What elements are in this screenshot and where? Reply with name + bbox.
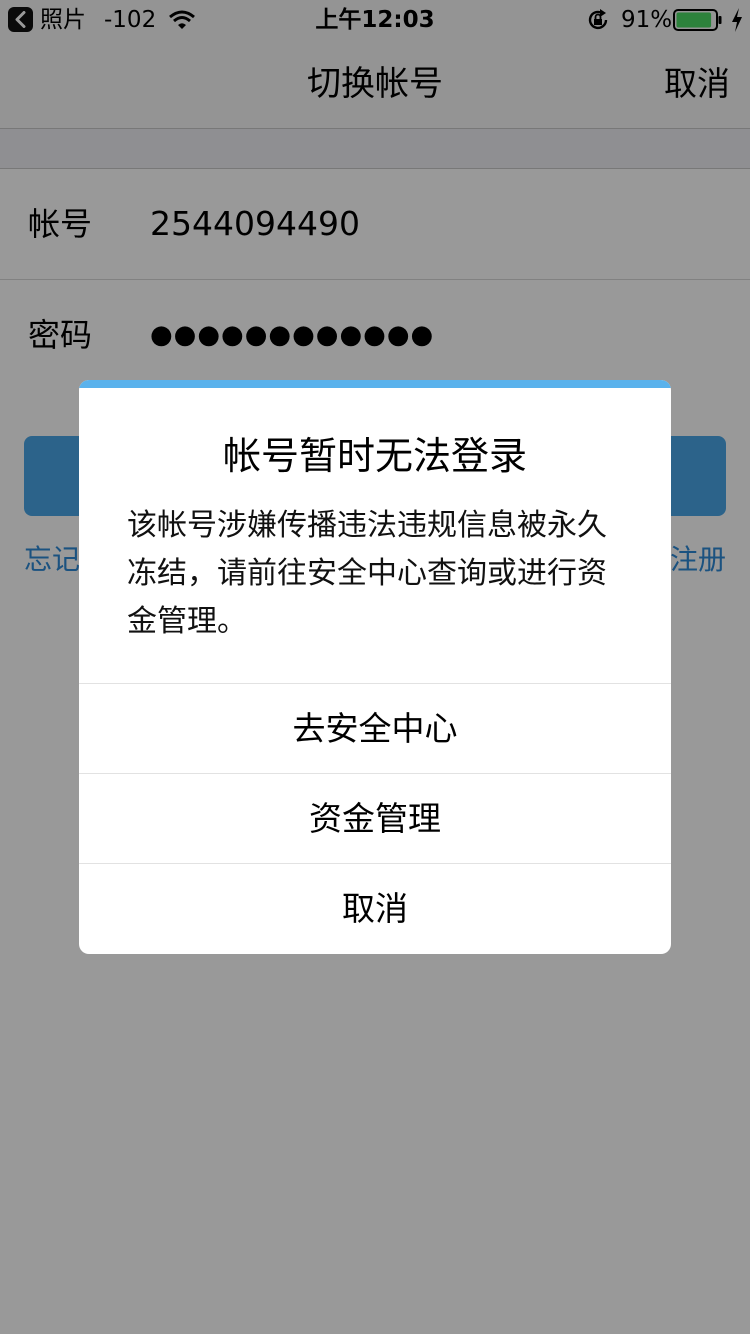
alert-cancel-button[interactable]: 取消 <box>79 863 671 953</box>
alert-dialog: 帐号暂时无法登录 该帐号涉嫌传播违法违规信息被永久冻结，请前往安全中心查询或进行… <box>79 380 671 954</box>
alert-message: 该帐号涉嫌传播违法违规信息被永久冻结，请前往安全中心查询或进行资金管理。 <box>127 508 607 639</box>
go-security-center-button[interactable]: 去安全中心 <box>79 683 671 773</box>
alert-title: 帐号暂时无法登录 <box>222 434 527 478</box>
funds-management-button[interactable]: 资金管理 <box>79 773 671 863</box>
alert-accent-bar <box>79 380 671 388</box>
